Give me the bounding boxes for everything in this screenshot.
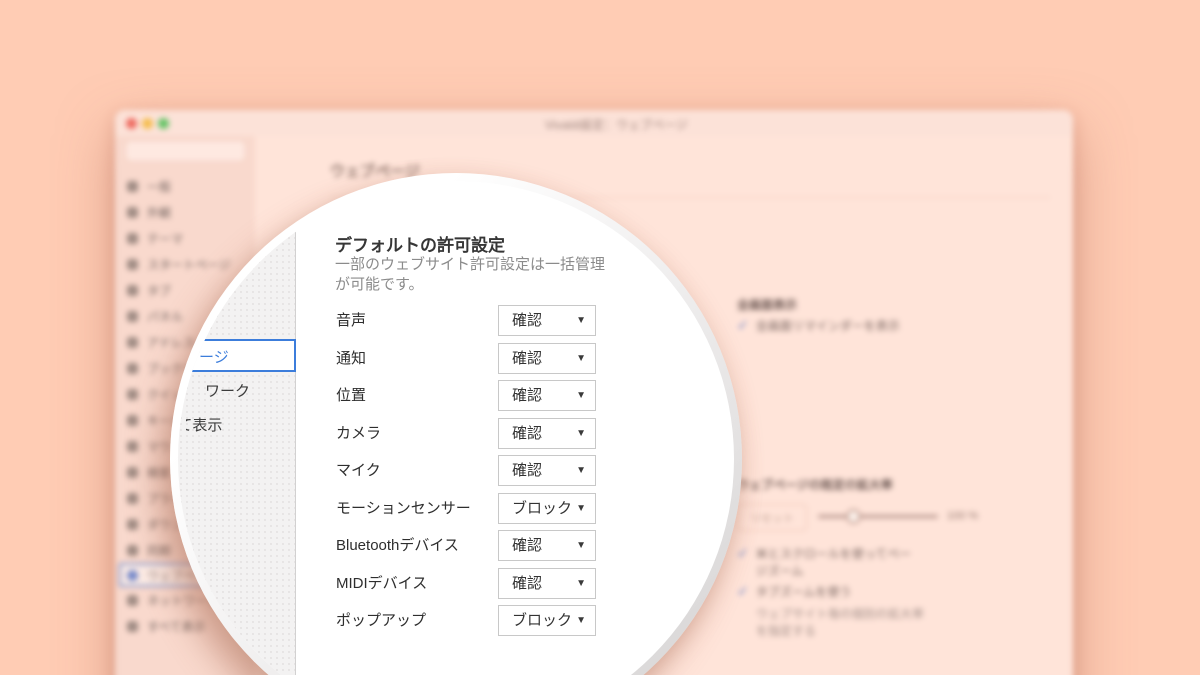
permission-row-midi: MIDIデバイス 確認 ▼ [336, 567, 716, 600]
permissions-section-description: 一部のウェブサイト許可設定は一括管理が可能です。 [335, 256, 606, 293]
chevron-down-icon: ▼ [576, 352, 586, 364]
startpage-icon [127, 258, 138, 270]
permissions-section-title: デフォルトの許可設定 [335, 236, 505, 255]
showall-icon [127, 620, 138, 632]
search-icon [127, 466, 138, 478]
meta-scroll-zoom-checkbox[interactable]: ✓ ⌘とスクロールを使ってページズーム [737, 546, 915, 580]
zoom-slider-track[interactable] [818, 515, 938, 518]
chevron-down-icon: ▼ [576, 502, 586, 514]
location-permission-select[interactable]: 確認 ▼ [498, 380, 596, 411]
tabs-icon [127, 284, 138, 296]
tab-zoom-checkbox[interactable]: ✓ タブズームを使う [737, 584, 915, 601]
fullscreen-reminder-checkbox[interactable]: ✓ 全画面リマインダーを表示 [737, 318, 937, 335]
panel-icon [127, 310, 138, 322]
zoom-window-button[interactable] [158, 118, 169, 129]
reset-zoom-button[interactable]: リセット [737, 504, 807, 531]
checkmark-icon: ✓ [737, 583, 749, 599]
magnified-sidebar-item-showall[interactable]: すべて表示 [186, 414, 286, 434]
magnified-sidebar: ウェブページ ネットワーク すべて表示 [178, 181, 296, 675]
fullscreen-section-title: 全画面表示 [737, 298, 798, 312]
themes-icon [127, 232, 138, 244]
bookmarks-icon [127, 362, 138, 374]
general-icon [127, 180, 138, 192]
microphone-permission-select[interactable]: 確認 ▼ [498, 455, 596, 486]
chevron-down-icon: ▼ [576, 540, 586, 551]
window-title: Vivaldi設定：ウェブページ [545, 118, 688, 132]
checkmark-icon: ✓ [737, 545, 749, 561]
permission-row-bluetooth: Bluetoothデバイス 確認 ▼ [336, 530, 716, 562]
permission-row-motion-sensors: モーションセンサー ブロック ▼ [336, 492, 716, 525]
camera-permission-select[interactable]: 確認 ▼ [498, 417, 596, 449]
permission-row-notifications: 通知 確認 ▼ [336, 342, 716, 375]
magnified-sidebar-item-network[interactable]: ネットワーク [205, 380, 293, 400]
addressbar-icon [127, 336, 138, 348]
zoom-slider-thumb[interactable] [846, 509, 861, 524]
minimize-window-button[interactable] [142, 118, 153, 129]
bluetooth-permission-select[interactable]: 確認 ▼ [498, 530, 596, 561]
zoom-section-title: ウェブページの既定の拡大率 [737, 478, 893, 492]
appearance-icon [127, 206, 138, 218]
midi-permission-select[interactable]: 確認 ▼ [498, 567, 596, 599]
chevron-down-icon: ▼ [576, 315, 586, 326]
permission-row-camera: カメラ 確認 ▼ [336, 417, 716, 450]
chevron-down-icon: ▼ [576, 465, 586, 476]
chevron-down-icon: ▼ [576, 615, 586, 626]
permission-row-microphone: マイク 確認 ▼ [336, 455, 716, 487]
quickcommands-icon [127, 388, 138, 400]
search-input[interactable] [125, 140, 246, 162]
motion-sensors-permission-select[interactable]: ブロック ▼ [498, 492, 596, 524]
network-icon [127, 594, 138, 606]
window-titlebar: Vivaldi設定：ウェブページ [115, 110, 1073, 136]
magnified-sidebar-item-webpages[interactable]: ウェブページ [178, 339, 296, 372]
popups-permission-select[interactable]: ブロック ▼ [498, 605, 596, 636]
mouse-icon [127, 440, 138, 452]
sync-icon [127, 544, 138, 556]
downloads-icon [127, 518, 138, 530]
chevron-down-icon: ▼ [576, 577, 586, 589]
chevron-down-icon: ▼ [576, 427, 586, 439]
privacy-icon [127, 492, 138, 504]
checkmark-icon: ✓ [737, 317, 749, 333]
sound-permission-select[interactable]: 確認 ▼ [498, 305, 596, 336]
tab-zoom-note: ウェブサイト毎の個別の拡大率を指定する [756, 607, 925, 638]
close-window-button[interactable] [126, 118, 137, 129]
permission-row-sound: 音声 確認 ▼ [336, 305, 716, 337]
keyboard-icon [127, 414, 138, 426]
zoom-value: 100 % [947, 510, 979, 522]
globe-icon [127, 569, 138, 581]
notifications-permission-select[interactable]: 確認 ▼ [498, 342, 596, 374]
chevron-down-icon: ▼ [576, 390, 586, 401]
permission-row-popups: ポップアップ ブロック ▼ [336, 605, 716, 637]
permission-row-location: 位置 確認 ▼ [336, 380, 716, 412]
